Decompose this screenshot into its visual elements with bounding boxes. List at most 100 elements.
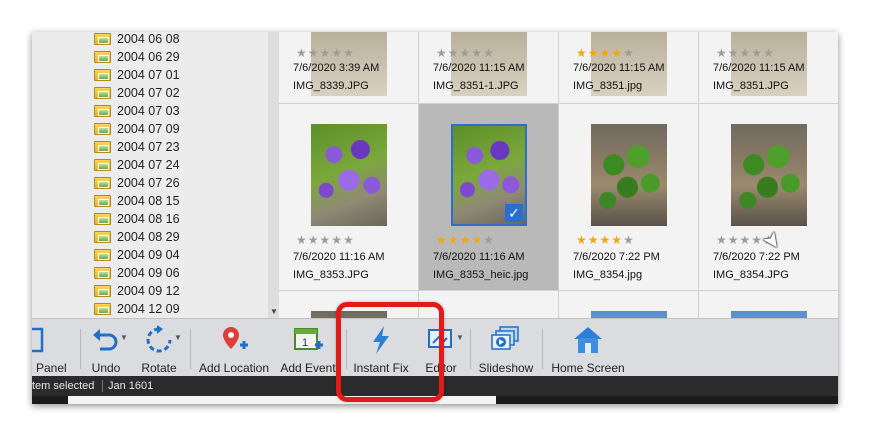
- photo-thumbnail[interactable]: [311, 124, 387, 226]
- star-icon[interactable]: ★: [483, 46, 495, 60]
- star-rating[interactable]: ★★★★★: [296, 233, 355, 247]
- star-icon[interactable]: ★: [576, 46, 588, 60]
- folder-label: 2004 07 02: [117, 86, 180, 100]
- rotate-button[interactable]: Rotate: [132, 319, 186, 377]
- star-icon[interactable]: ★: [308, 233, 320, 247]
- home-icon: [574, 327, 602, 353]
- photo-tile[interactable]: ✓ ★★★★★ 7/6/2020 11:16 AM IMG_8353_heic.jpg: [419, 104, 559, 291]
- editor-dropdown-icon[interactable]: ▼: [456, 333, 464, 342]
- star-icon[interactable]: ★: [320, 46, 332, 60]
- photo-thumbnail[interactable]: ✓: [451, 124, 527, 226]
- folder-item[interactable]: 2004 07 03: [94, 102, 180, 120]
- folder-item[interactable]: 2004 07 02: [94, 84, 180, 102]
- photo-date: 7/6/2020 3:39 AM: [293, 62, 380, 74]
- star-icon[interactable]: ★: [576, 233, 588, 247]
- star-icon[interactable]: ★: [471, 233, 483, 247]
- folder-item[interactable]: 2004 08 29: [94, 228, 180, 246]
- star-icon[interactable]: ★: [740, 233, 752, 247]
- star-icon[interactable]: ★: [331, 46, 343, 60]
- home-screen-label: Home Screen: [551, 361, 625, 375]
- folder-item[interactable]: 2004 09 04: [94, 246, 180, 264]
- star-icon[interactable]: ★: [763, 46, 775, 60]
- star-icon[interactable]: ★: [331, 233, 343, 247]
- folder-item[interactable]: 2004 07 09: [94, 120, 180, 138]
- add-location-label: Add Location: [198, 361, 270, 375]
- folder-label: 2004 12 09: [117, 302, 180, 316]
- photo-thumbnail[interactable]: [591, 311, 667, 318]
- photo-thumbnail[interactable]: [731, 311, 807, 318]
- star-rating[interactable]: ★★★★★: [436, 233, 495, 247]
- star-icon[interactable]: ★: [611, 46, 623, 60]
- add-event-button[interactable]: 1 Add Event: [276, 319, 340, 377]
- photo-tile[interactable]: [699, 291, 838, 318]
- star-icon[interactable]: ★: [320, 233, 332, 247]
- folder-item[interactable]: 2004 08 15: [94, 192, 180, 210]
- folder-item[interactable]: 2004 08 16: [94, 210, 180, 228]
- photo-tile[interactable]: ★★★★★ 7/6/2020 11:16 AM IMG_8353.JPG: [279, 104, 419, 291]
- folder-item[interactable]: 2004 07 01: [94, 66, 180, 84]
- star-icon[interactable]: ★: [436, 233, 448, 247]
- photo-tile[interactable]: ★★★★★ 7/6/2020 3:39 AM IMG_8339.JPG: [279, 32, 419, 104]
- folder-item[interactable]: 2004 07 23: [94, 138, 180, 156]
- folder-label: 2004 08 16: [117, 212, 180, 226]
- folder-photo-icon: [94, 267, 111, 279]
- tree-scrollbar[interactable]: ▼: [268, 32, 279, 318]
- star-icon[interactable]: ★: [308, 46, 320, 60]
- photo-thumbnail[interactable]: [731, 124, 807, 226]
- star-rating[interactable]: ★★★★★: [576, 233, 635, 247]
- home-screen-button[interactable]: Home Screen: [546, 319, 630, 377]
- add-location-button[interactable]: Add Location: [196, 319, 272, 377]
- photo-filename: IMG_8351.JPG: [713, 80, 789, 92]
- star-icon[interactable]: ★: [728, 46, 740, 60]
- photo-tile[interactable]: ★★★★★ 7/6/2020 7:22 PM IMG_8354.JPG: [699, 104, 838, 291]
- star-icon[interactable]: ★: [716, 233, 728, 247]
- star-icon[interactable]: ★: [600, 233, 612, 247]
- star-icon[interactable]: ★: [471, 46, 483, 60]
- photo-tile[interactable]: ★★★★★ 7/6/2020 7:22 PM IMG_8354.jpg: [559, 104, 699, 291]
- star-icon[interactable]: ★: [740, 46, 752, 60]
- scroll-down-arrow-icon[interactable]: ▼: [270, 307, 278, 316]
- photo-tile[interactable]: ★★★★★ 7/6/2020 11:15 AM IMG_8351-1.JPG: [419, 32, 559, 104]
- folder-item[interactable]: 2004 07 24: [94, 156, 180, 174]
- folder-item[interactable]: 2004 06 29: [94, 48, 180, 66]
- folder-photo-icon: [94, 177, 111, 189]
- folder-item[interactable]: 2004 07 26: [94, 174, 180, 192]
- slideshow-button[interactable]: Slideshow: [474, 319, 538, 377]
- star-icon[interactable]: ★: [460, 233, 472, 247]
- star-icon[interactable]: ★: [588, 46, 600, 60]
- star-icon[interactable]: ★: [588, 233, 600, 247]
- folder-item[interactable]: 2004 12 09: [94, 300, 180, 318]
- star-icon[interactable]: ★: [483, 233, 495, 247]
- star-icon[interactable]: ★: [436, 46, 448, 60]
- photo-thumbnail[interactable]: [591, 124, 667, 226]
- star-icon[interactable]: ★: [296, 46, 308, 60]
- star-icon[interactable]: ★: [296, 233, 308, 247]
- star-icon[interactable]: ★: [343, 233, 355, 247]
- folder-item[interactable]: 2004 09 06: [94, 264, 180, 282]
- star-icon[interactable]: ★: [611, 233, 623, 247]
- star-icon[interactable]: ★: [623, 233, 635, 247]
- photo-tile[interactable]: [559, 291, 699, 318]
- rotate-dropdown-icon[interactable]: ▼: [174, 333, 182, 342]
- star-icon[interactable]: ★: [728, 233, 740, 247]
- folder-item[interactable]: 2004 09 12: [94, 282, 180, 300]
- star-icon[interactable]: ★: [448, 233, 460, 247]
- photo-tile[interactable]: ★★★★★ 7/6/2020 11:15 AM IMG_8351.JPG: [699, 32, 838, 104]
- photo-tile[interactable]: ★★★★★ 7/6/2020 11:15 AM IMG_8351.jpg: [559, 32, 699, 104]
- folder-item[interactable]: 2004 06 08: [94, 32, 180, 48]
- star-icon[interactable]: ★: [623, 46, 635, 60]
- hide-panel-button[interactable]: e Panel: [32, 319, 72, 377]
- star-icon[interactable]: ★: [716, 46, 728, 60]
- star-icon[interactable]: ★: [460, 46, 472, 60]
- star-icon[interactable]: ★: [448, 46, 460, 60]
- star-icon[interactable]: ★: [600, 46, 612, 60]
- star-icon[interactable]: ★: [343, 46, 355, 60]
- star-rating[interactable]: ★★★★★: [296, 46, 355, 60]
- star-icon[interactable]: ★: [751, 46, 763, 60]
- star-rating[interactable]: ★★★★★: [576, 46, 635, 60]
- star-rating[interactable]: ★★★★★: [436, 46, 495, 60]
- undo-button[interactable]: Undo: [84, 319, 128, 377]
- undo-dropdown-icon[interactable]: ▼: [120, 333, 128, 342]
- location-pin-icon: [223, 327, 248, 349]
- star-rating[interactable]: ★★★★★: [716, 46, 775, 60]
